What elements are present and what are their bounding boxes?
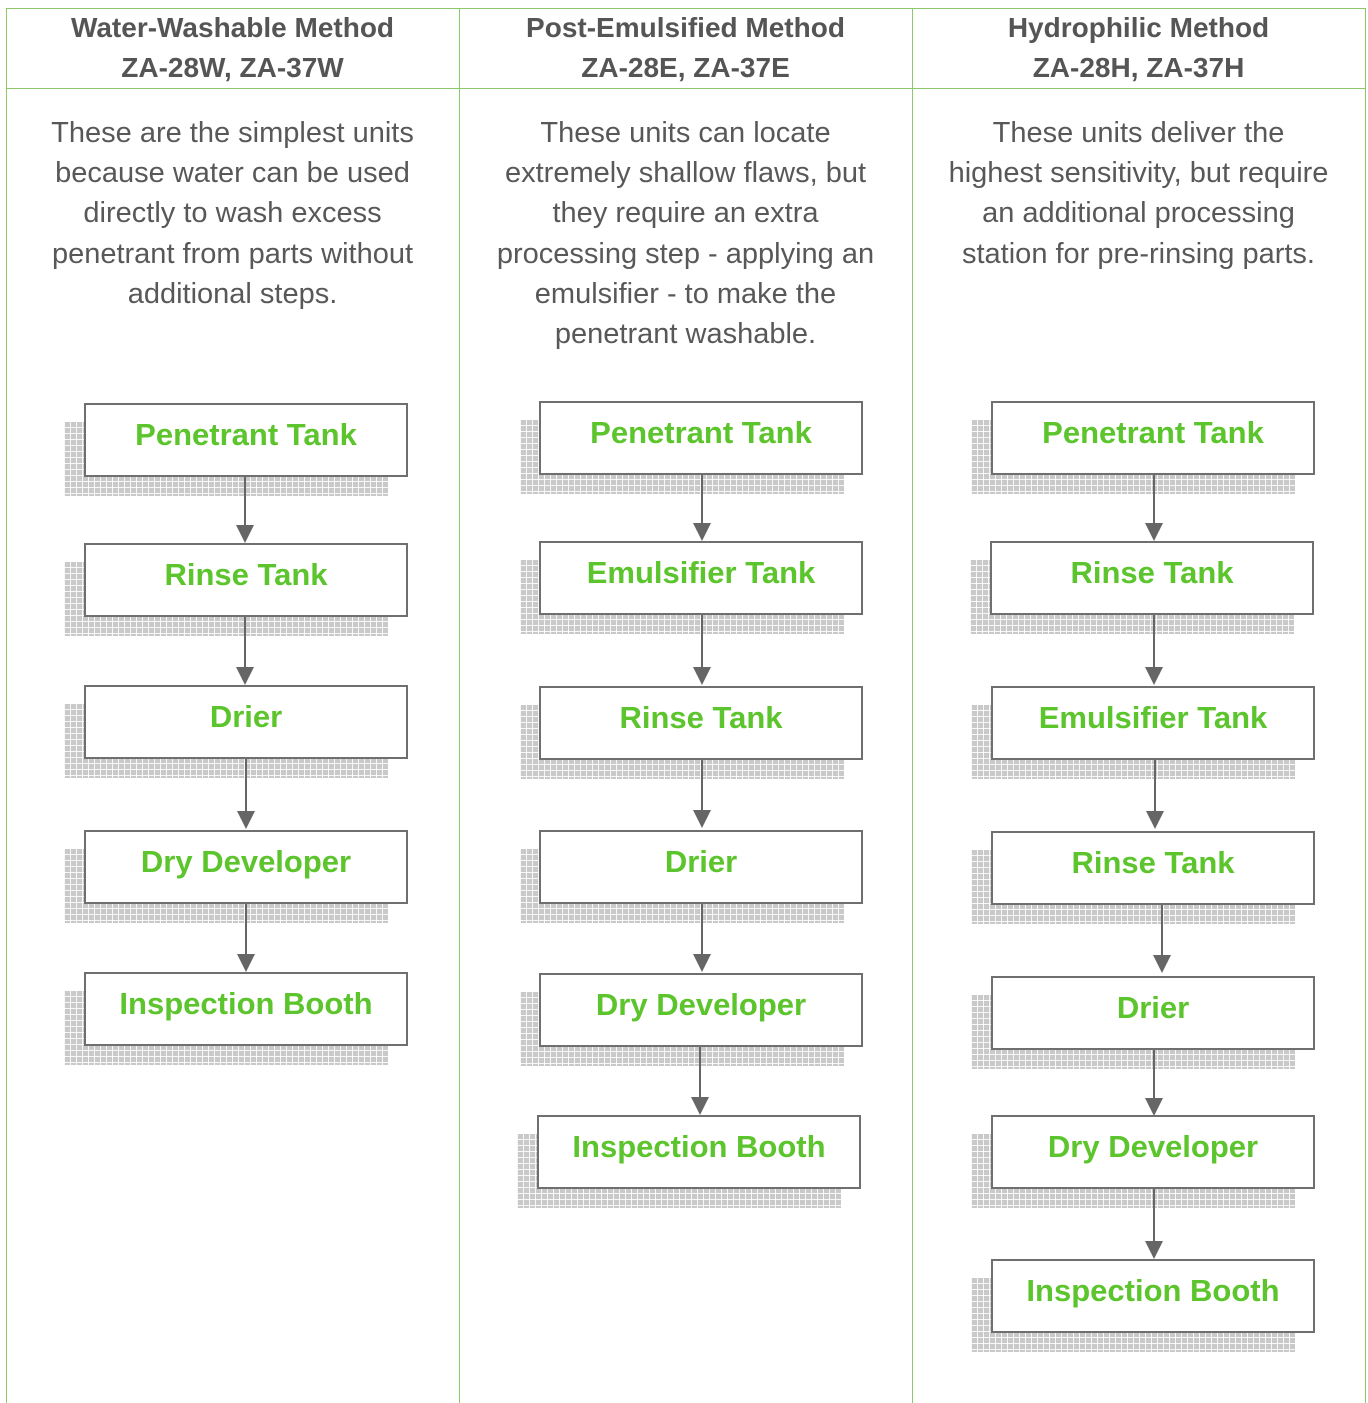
column-header-post-emulsified: Post-Emulsified Method ZA-28E, ZA-37E — [459, 8, 912, 88]
arrow-down-icon — [236, 525, 254, 543]
column-title: Water-Washable Method — [70, 12, 395, 43]
arrow-down-icon — [237, 811, 255, 829]
column-description-water-washable: These are the simplest units because wat… — [6, 113, 459, 314]
arrow-down-icon — [1145, 1098, 1163, 1116]
step-box: Rinse Tank — [990, 541, 1314, 615]
connector-line — [1154, 760, 1156, 811]
step-box: Penetrant Tank — [84, 403, 408, 477]
description-line: penetrant from parts without — [51, 237, 414, 270]
arrow-down-icon — [236, 667, 254, 685]
connector-line — [701, 475, 703, 523]
connector-line — [701, 904, 703, 954]
step-box: Rinse Tank — [991, 831, 1315, 905]
description-line: additional steps. — [127, 277, 338, 310]
connector-line — [244, 477, 246, 525]
arrow-down-icon — [693, 954, 711, 972]
step-box: Inspection Booth — [84, 972, 408, 1046]
arrow-down-icon — [693, 810, 711, 828]
step-box: Dry Developer — [539, 973, 863, 1047]
connector-line — [244, 617, 246, 667]
arrow-down-icon — [693, 667, 711, 685]
description-line: they require an extra — [552, 197, 819, 230]
arrow-down-icon — [1145, 1241, 1163, 1259]
step-box: Inspection Booth — [991, 1259, 1315, 1333]
description-line: penetrant washable. — [554, 318, 817, 351]
description-line: These units deliver the — [992, 117, 1285, 149]
connector-line — [1153, 1050, 1155, 1098]
connector-line — [1161, 905, 1163, 955]
column-description-post-emulsified: These units can locate extremely shallow… — [459, 113, 912, 354]
step-box: Drier — [84, 685, 408, 759]
description-line: highest sensitivity, but require — [948, 157, 1329, 190]
step-box: Emulsifier Tank — [991, 686, 1315, 760]
description-line: extremely shallow flaws, but — [504, 157, 867, 190]
connector-line — [1153, 1189, 1155, 1241]
header-divider — [6, 88, 1366, 89]
step-box: Inspection Booth — [537, 1115, 861, 1189]
column-title: Hydrophilic Method — [1007, 12, 1270, 43]
step-box: Drier — [991, 976, 1315, 1050]
column-description-hydrophilic: These units deliver the highest sensitiv… — [912, 113, 1365, 274]
description-line: directly to wash excess — [83, 197, 382, 230]
step-box: Dry Developer — [84, 830, 408, 904]
column-models: ZA-28W, ZA-37W — [121, 52, 344, 83]
column-title: Post-Emulsified Method — [526, 12, 845, 43]
connector-line — [245, 759, 247, 811]
arrow-down-icon — [1145, 667, 1163, 685]
step-box: Rinse Tank — [539, 686, 863, 760]
arrow-down-icon — [1153, 955, 1171, 973]
connector-line — [699, 1047, 701, 1097]
description-line: emulsifier - to make the — [534, 277, 837, 310]
connector-line — [701, 760, 703, 810]
description-line: These units can locate — [540, 117, 831, 149]
column-models: ZA-28E, ZA-37E — [581, 52, 790, 83]
description-line: because water can be used — [55, 157, 410, 190]
description-line: an additional processing — [982, 197, 1295, 230]
arrow-down-icon — [693, 523, 711, 541]
column-divider — [1365, 8, 1366, 1403]
description-line: These are the simplest units — [51, 117, 414, 149]
arrow-down-icon — [237, 954, 255, 972]
column-header-hydrophilic: Hydrophilic Method ZA-28H, ZA-37H — [912, 8, 1365, 88]
connector-line — [1153, 475, 1155, 523]
arrow-down-icon — [1145, 523, 1163, 541]
connector-line — [1153, 615, 1155, 667]
arrow-down-icon — [691, 1097, 709, 1115]
description-line: processing step - applying an — [496, 237, 875, 270]
connector-line — [245, 904, 247, 954]
step-box: Rinse Tank — [84, 543, 408, 617]
step-box: Penetrant Tank — [539, 401, 863, 475]
column-header-water-washable: Water-Washable Method ZA-28W, ZA-37W — [6, 8, 459, 88]
description-line: station for pre-rinsing parts. — [962, 237, 1315, 270]
step-box: Dry Developer — [991, 1115, 1315, 1189]
arrow-down-icon — [1146, 811, 1164, 829]
step-box: Emulsifier Tank — [539, 541, 863, 615]
step-box: Penetrant Tank — [991, 401, 1315, 475]
connector-line — [701, 615, 703, 667]
step-box: Drier — [539, 830, 863, 904]
column-models: ZA-28H, ZA-37H — [1032, 52, 1245, 83]
